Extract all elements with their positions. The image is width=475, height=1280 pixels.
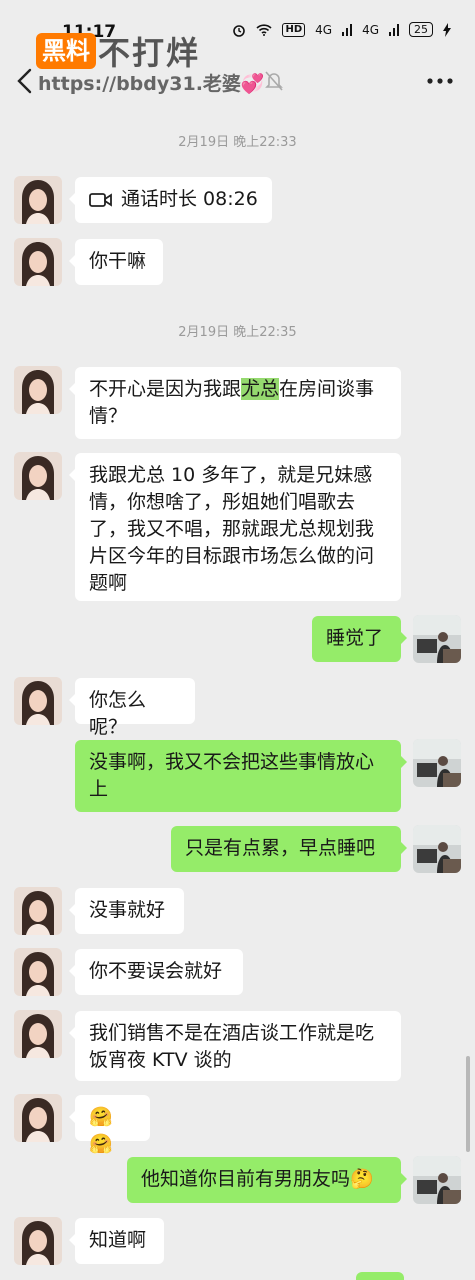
hd-badge: HD — [282, 22, 306, 37]
message-text: 只是有点累，早点睡吧 — [185, 837, 376, 859]
avatar-me[interactable] — [413, 825, 461, 873]
chat-title: https://bbdy31.老婆💞 — [38, 73, 265, 95]
avatar-her[interactable] — [14, 948, 62, 996]
hug-emoji: 🤗🤗 — [89, 1106, 113, 1155]
timestamp: 2月19日 晚上22:33 — [178, 135, 297, 150]
highlighted-name: 尤总 — [241, 378, 280, 400]
emoji-bubble[interactable]: 🤗🤗 — [69, 1095, 150, 1155]
message-bubble[interactable]: 知道啊 — [69, 1218, 164, 1264]
message-bubble[interactable]: 你干嘛 — [69, 239, 163, 285]
back-arrow-icon[interactable] — [16, 68, 34, 94]
alarm-icon — [233, 24, 246, 37]
avatar-her[interactable] — [14, 366, 62, 414]
message-text-pre: 不开心是因为我跟 — [89, 378, 242, 400]
message-text: 你不要误会就好 — [89, 960, 223, 982]
message-text: 你怎么呢？ — [89, 689, 147, 738]
message-text: 没事就好 — [89, 899, 166, 921]
message-bubble[interactable]: 不开心是因为我跟尤总在房间谈事情？ — [69, 367, 401, 439]
message-bubble[interactable]: 我们销售不是在酒店谈工作就是吃饭宵夜 KTV 谈的 — [69, 1011, 401, 1081]
wifi-icon — [256, 23, 273, 36]
message-bubble-mine[interactable]: 睡觉了 — [312, 616, 407, 662]
message-text: 我跟尤总 10 多年了，就是兄妹感情，你想啥了，彤姐她们唱歌去了，我又不唱，那就… — [89, 464, 375, 594]
avatar-her[interactable] — [14, 452, 62, 500]
avatar-her[interactable] — [14, 677, 62, 725]
timestamp: 2月19日 晚上22:35 — [178, 325, 297, 340]
message-text: 知道啊 — [89, 1229, 147, 1251]
message-bubble[interactable]: 我跟尤总 10 多年了，就是兄妹感情，你想啥了，彤姐她们唱歌去了，我又不唱，那就… — [69, 453, 401, 601]
signal-bars-icon-1 — [342, 23, 353, 36]
signal-bars-icon-2 — [389, 23, 399, 36]
chat-header: https://bbdy31.老婆💞 — [0, 62, 475, 102]
message-text: 没事啊，我又不会把这些事情放心上 — [89, 751, 375, 800]
message-text: 睡觉了 — [326, 627, 384, 649]
more-options-icon[interactable] — [427, 78, 453, 84]
avatar-her[interactable] — [14, 1217, 62, 1265]
mute-bell-icon — [265, 71, 283, 91]
message-text: 他知道你目前有男朋友吗🤔 — [141, 1168, 374, 1190]
avatar-me[interactable] — [413, 1156, 461, 1204]
message-bubble-mine[interactable]: 只是有点累，早点睡吧 — [171, 826, 407, 872]
battery-level: 25 — [409, 22, 433, 37]
avatar-her[interactable] — [14, 176, 62, 224]
avatar-me[interactable] — [413, 739, 461, 787]
status-icons: HD 4G 4G 25 — [232, 22, 451, 37]
avatar-her[interactable] — [14, 238, 62, 286]
video-call-icon — [89, 192, 112, 207]
message-bubble[interactable]: 你不要误会就好 — [69, 949, 243, 995]
call-record-bubble[interactable]: 通话时长 08:26 — [69, 177, 272, 223]
message-bubble[interactable]: 没事就好 — [69, 888, 184, 934]
avatar-her[interactable] — [14, 1010, 62, 1058]
partial-message-bubble — [356, 1272, 404, 1280]
scrollbar[interactable] — [466, 1056, 470, 1152]
message-bubble-mine[interactable]: 没事啊，我又不会把这些事情放心上 — [75, 740, 407, 812]
avatar-her[interactable] — [14, 1094, 62, 1142]
avatar-me[interactable] — [413, 615, 461, 663]
call-duration-text: 通话时长 08:26 — [121, 188, 258, 210]
message-text: 我们销售不是在酒店谈工作就是吃饭宵夜 KTV 谈的 — [89, 1022, 375, 1071]
message-bubble[interactable]: 你怎么呢？ — [69, 678, 195, 738]
message-text: 你干嘛 — [89, 250, 147, 272]
signal-4g-1: 4G — [315, 22, 333, 37]
avatar-her[interactable] — [14, 887, 62, 935]
message-bubble-mine[interactable]: 他知道你目前有男朋友吗🤔 — [127, 1157, 407, 1203]
signal-4g-2: 4G — [362, 22, 379, 37]
charging-icon — [443, 22, 451, 37]
